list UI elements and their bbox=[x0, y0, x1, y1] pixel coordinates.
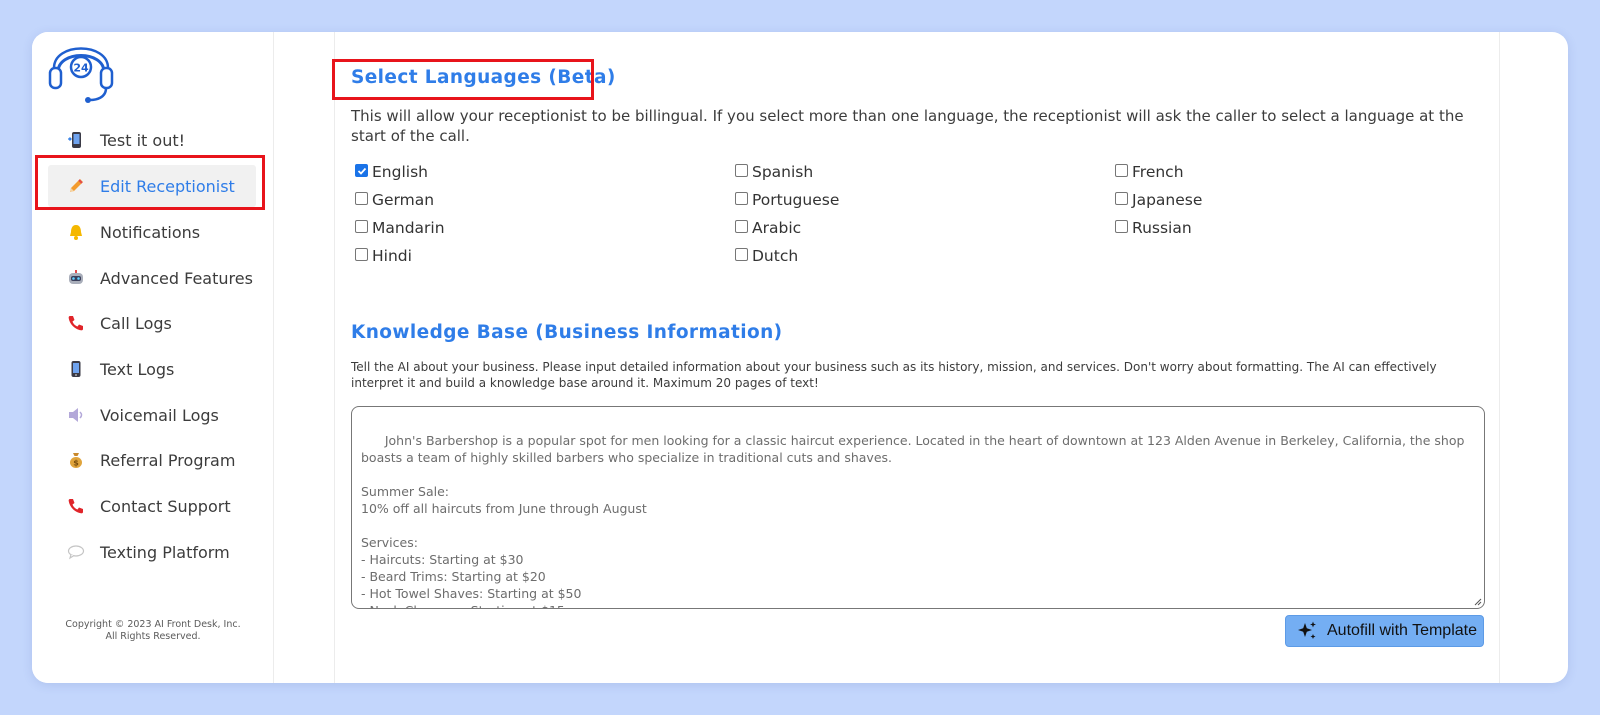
language-option-mandarin[interactable]: Mandarin bbox=[355, 219, 445, 237]
sidebar-item-label: Call Logs bbox=[100, 313, 172, 333]
sidebar-item-label: Referral Program bbox=[100, 450, 236, 470]
autofill-button-label: Autofill with Template bbox=[1327, 622, 1477, 639]
svg-text:24: 24 bbox=[73, 62, 89, 75]
sidebar-item-label: Voicemail Logs bbox=[100, 405, 219, 425]
language-option-dutch[interactable]: Dutch bbox=[735, 247, 798, 265]
sidebar-item-texting-platform[interactable]: Texting Platform bbox=[48, 531, 256, 573]
pencil-icon bbox=[66, 176, 86, 196]
checkbox[interactable] bbox=[355, 164, 368, 177]
language-option-arabic[interactable]: Arabic bbox=[735, 219, 801, 237]
mobile-icon bbox=[66, 359, 86, 379]
checkbox[interactable] bbox=[1115, 164, 1128, 177]
sidebar-item-advanced-features[interactable]: Advanced Features bbox=[48, 257, 256, 299]
sidebar-item-label: Text Logs bbox=[100, 359, 175, 379]
sidebar-item-test-it-out[interactable]: Test it out! bbox=[48, 119, 256, 161]
autofill-template-button[interactable]: Autofill with Template bbox=[1285, 615, 1484, 647]
checkbox[interactable] bbox=[355, 248, 368, 261]
language-option-french[interactable]: French bbox=[1115, 163, 1184, 181]
resize-handle-icon[interactable] bbox=[1473, 597, 1482, 606]
money-bag-icon: $ bbox=[66, 450, 86, 470]
language-option-english[interactable]: English bbox=[355, 163, 428, 181]
language-option-japanese[interactable]: Japanese bbox=[1115, 191, 1202, 209]
languages-description: This will allow your receptionist to be … bbox=[351, 107, 1464, 145]
call-icon bbox=[66, 313, 86, 333]
sidebar-item-text-logs[interactable]: Text Logs bbox=[48, 348, 256, 390]
sidebar-item-referral-program[interactable]: $ Referral Program bbox=[48, 439, 256, 481]
sidebar-item-label: Edit Receptionist bbox=[100, 176, 235, 196]
language-label: Arabic bbox=[752, 219, 802, 237]
checkbox[interactable] bbox=[1115, 192, 1128, 205]
language-option-russian[interactable]: Russian bbox=[1115, 219, 1192, 237]
sidebar-item-label: Advanced Features bbox=[100, 268, 253, 288]
sidebar-item-contact-support[interactable]: Contact Support bbox=[48, 485, 256, 527]
call-icon bbox=[66, 496, 86, 516]
checkbox[interactable] bbox=[355, 220, 368, 233]
checkbox[interactable] bbox=[735, 192, 748, 205]
app-window: 24 Test it out! Edit Receptionist Notifi… bbox=[32, 32, 1568, 683]
language-label: Japanese bbox=[1132, 191, 1203, 209]
language-option-german[interactable]: German bbox=[355, 191, 434, 209]
sidebar-item-call-logs[interactable]: Call Logs bbox=[48, 302, 256, 344]
language-label: Spanish bbox=[752, 163, 814, 181]
language-label: Hindi bbox=[372, 247, 412, 265]
checkbox[interactable] bbox=[355, 192, 368, 205]
checkbox[interactable] bbox=[735, 248, 748, 261]
sidebar-item-label: Notifications bbox=[100, 222, 201, 242]
language-label: French bbox=[1132, 163, 1184, 181]
sidebar-item-edit-receptionist[interactable]: Edit Receptionist bbox=[48, 165, 256, 207]
content-gutter bbox=[274, 32, 334, 683]
sidebar-item-voicemail-logs[interactable]: Voicemail Logs bbox=[48, 394, 256, 436]
sparkles-icon bbox=[1298, 621, 1316, 639]
knowledge-base-description: Tell the AI about your business. Please … bbox=[351, 360, 1437, 390]
checkbox[interactable] bbox=[735, 220, 748, 233]
sidebar-item-label: Test it out! bbox=[100, 130, 186, 150]
copyright-line: All Rights Reserved. bbox=[105, 631, 201, 642]
language-option-spanish[interactable]: Spanish bbox=[735, 163, 813, 181]
language-label: English bbox=[372, 163, 428, 181]
phone-icon bbox=[66, 130, 86, 150]
knowledge-base-textarea[interactable]: John's Barbershop is a popular spot for … bbox=[351, 406, 1485, 609]
sidebar-item-label: Contact Support bbox=[100, 496, 231, 516]
sidebar: 24 Test it out! Edit Receptionist Notifi… bbox=[32, 32, 274, 683]
knowledge-base-text[interactable]: John's Barbershop is a popular spot for … bbox=[361, 433, 1468, 608]
robot-icon bbox=[66, 268, 86, 288]
speaker-icon bbox=[66, 405, 86, 425]
checkbox[interactable] bbox=[735, 164, 748, 177]
speech-bubble-icon bbox=[66, 542, 86, 562]
language-label: Russian bbox=[1132, 219, 1192, 237]
language-label: Portuguese bbox=[752, 191, 840, 209]
language-option-portuguese[interactable]: Portuguese bbox=[735, 191, 839, 209]
language-label: Dutch bbox=[752, 247, 799, 265]
language-label: German bbox=[372, 191, 435, 209]
headset-24-logo: 24 bbox=[48, 47, 114, 103]
svg-text:$: $ bbox=[73, 459, 79, 468]
main-panel: Select Languages (Beta) This will allow … bbox=[334, 32, 1500, 683]
language-label: Mandarin bbox=[372, 219, 445, 237]
language-option-hindi[interactable]: Hindi bbox=[355, 247, 412, 265]
sidebar-item-notifications[interactable]: Notifications bbox=[48, 211, 256, 253]
checkbox[interactable] bbox=[1115, 220, 1128, 233]
languages-title: Select Languages (Beta) bbox=[351, 67, 616, 88]
knowledge-base-title: Knowledge Base (Business Information) bbox=[351, 322, 783, 343]
sidebar-item-label: Texting Platform bbox=[100, 542, 230, 562]
bell-icon bbox=[66, 222, 86, 242]
